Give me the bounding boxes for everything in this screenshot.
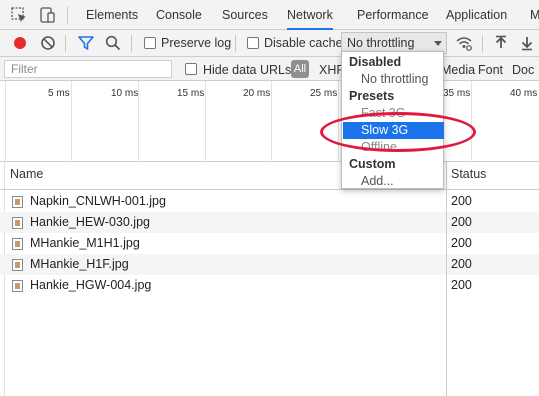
disable-cache-label: Disable cache <box>264 36 343 50</box>
tab-separator <box>67 6 68 24</box>
request-table: Name Status Napkin_CNLWH-001.jpg 200 Han… <box>0 162 539 396</box>
timeline-tick-label: 20 ms <box>243 88 271 99</box>
request-name: MHankie_H1F.jpg <box>30 257 129 271</box>
table-row[interactable]: Hankie_HEW-030.jpg 200 <box>0 212 539 233</box>
tab-sources[interactable]: Sources <box>222 0 268 30</box>
table-row[interactable]: MHankie_H1F.jpg 200 <box>0 254 539 275</box>
tab-more[interactable]: M <box>530 0 539 30</box>
toolbar-separator <box>235 35 236 52</box>
timeline-tick-label: 35 ms <box>443 88 471 99</box>
dropdown-header-presets: Presets <box>349 89 395 103</box>
filter-icon[interactable] <box>77 34 95 52</box>
hide-data-urls-checkbox[interactable] <box>185 63 197 75</box>
filter-bar: Hide data URLs All XHR Media Font Doc <box>0 57 539 81</box>
gridline <box>471 81 472 162</box>
request-status: 200 <box>451 215 472 229</box>
option-offline[interactable]: Offline <box>343 139 444 156</box>
gridline <box>271 81 272 162</box>
gridline <box>71 81 72 162</box>
request-name: Napkin_CNLWH-001.jpg <box>30 194 166 208</box>
option-slow-3g[interactable]: Slow 3G <box>343 122 444 139</box>
image-file-icon <box>12 196 23 208</box>
image-file-icon <box>12 280 23 292</box>
preserve-log-checkbox[interactable] <box>144 37 156 49</box>
request-name: MHankie_M1H1.jpg <box>30 236 140 250</box>
inspect-element-icon[interactable] <box>10 6 28 24</box>
tab-application[interactable]: Application <box>446 0 507 30</box>
request-name: Hankie_HEW-030.jpg <box>30 215 150 229</box>
filter-doc-button[interactable]: Doc <box>512 63 534 77</box>
timeline-tick-label: 5 ms <box>48 88 70 99</box>
preserve-log-label: Preserve log <box>161 36 232 50</box>
image-file-icon <box>12 238 23 250</box>
import-har-icon[interactable] <box>492 34 510 52</box>
image-file-icon <box>12 259 23 271</box>
throttling-value: No throttling <box>347 36 415 50</box>
column-separator <box>446 162 447 396</box>
record-icon[interactable] <box>11 34 29 52</box>
image-file-icon <box>12 217 23 229</box>
search-icon[interactable] <box>104 34 122 52</box>
request-status: 200 <box>451 194 472 208</box>
request-status: 200 <box>451 257 472 271</box>
column-header-name[interactable]: Name <box>10 167 43 181</box>
dropdown-arrow-icon <box>434 41 442 46</box>
network-conditions-icon[interactable] <box>455 34 473 52</box>
request-status: 200 <box>451 278 472 292</box>
hide-data-urls-label: Hide data URLs <box>203 63 292 77</box>
tab-console[interactable]: Console <box>156 0 202 30</box>
option-no-throttling[interactable]: No throttling <box>343 71 444 88</box>
gridline <box>338 81 339 162</box>
tab-performance[interactable]: Performance <box>357 0 429 30</box>
header-divider <box>0 189 539 190</box>
timeline-tick-label: 25 ms <box>310 88 338 99</box>
network-overview[interactable]: 5 ms 10 ms 15 ms 20 ms 25 ms 35 ms 40 ms <box>0 81 539 162</box>
column-header-status[interactable]: Status <box>451 167 486 181</box>
clear-icon[interactable] <box>39 34 57 52</box>
filter-input[interactable] <box>4 60 172 78</box>
option-add-custom[interactable]: Add... <box>343 173 444 190</box>
gridline <box>205 81 206 162</box>
table-row[interactable]: MHankie_M1H1.jpg 200 <box>0 233 539 254</box>
disable-cache-checkbox[interactable] <box>247 37 259 49</box>
option-fast-3g[interactable]: Fast 3G <box>343 105 444 122</box>
device-toolbar-icon[interactable] <box>38 6 56 24</box>
tab-elements[interactable]: Elements <box>86 0 138 30</box>
toolbar-separator <box>65 35 66 52</box>
filter-media-button[interactable]: Media <box>441 63 475 77</box>
gridline <box>5 81 6 162</box>
timeline-tick-label: 10 ms <box>111 88 139 99</box>
tab-network[interactable]: Network <box>287 0 333 30</box>
throttling-dropdown-menu: Disabled No throttling Presets Fast 3G S… <box>341 51 444 189</box>
export-har-icon[interactable] <box>518 34 536 52</box>
dropdown-header-custom: Custom <box>349 157 396 171</box>
table-row[interactable]: Hankie_HGW-004.jpg 200 <box>0 275 539 296</box>
request-status: 200 <box>451 236 472 250</box>
toolbar-separator <box>482 35 483 52</box>
toolbar-separator <box>131 35 132 52</box>
filter-font-button[interactable]: Font <box>478 63 503 77</box>
devtools-tab-bar: Elements Console Sources Network Perform… <box>0 0 539 30</box>
table-row[interactable]: Napkin_CNLWH-001.jpg 200 <box>0 191 539 212</box>
network-toolbar: Preserve log Disable cache No throttling <box>0 30 539 57</box>
filter-all-button[interactable]: All <box>291 60 309 78</box>
timeline-tick-label: 40 ms <box>510 88 538 99</box>
request-name: Hankie_HGW-004.jpg <box>30 278 152 292</box>
timeline-tick-label: 15 ms <box>177 88 205 99</box>
dropdown-header-disabled: Disabled <box>349 55 402 69</box>
